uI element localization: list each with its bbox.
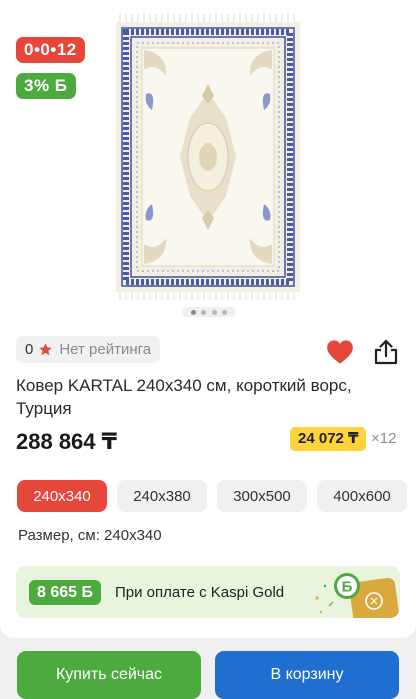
product-title: Ковер KARTAL 240х340 см, короткий ворс, … [16, 376, 352, 418]
gallery-pagination[interactable] [182, 307, 236, 317]
size-option-400x600[interactable]: 400х600 [317, 480, 407, 512]
installment-months: ×12 [371, 430, 397, 447]
kaspi-gold-banner[interactable]: 8 665 Б При оплате с Kaspi Gold Б [16, 566, 400, 618]
size-option-240x340[interactable]: 240х340 [17, 480, 107, 512]
heart-icon[interactable] [326, 339, 354, 365]
pagination-dot[interactable] [191, 309, 197, 315]
kaspi-gold-text: При оплате с Kaspi Gold [115, 584, 285, 601]
rating-value: 0 [25, 341, 34, 358]
pagination-dot[interactable] [211, 309, 217, 315]
buy-now-button[interactable]: Купить сейчас [17, 651, 201, 699]
pagination-dot[interactable] [221, 309, 227, 315]
star-icon [39, 343, 53, 356]
product-price: 288 864 ₸ [16, 429, 117, 454]
selected-size-label: Размер, см: 240х340 [18, 527, 162, 544]
svg-text:Б: Б [342, 579, 353, 596]
pagination-dot[interactable] [201, 309, 207, 315]
installment-price[interactable]: 24 072 ₸ [290, 427, 367, 451]
size-option-300x500[interactable]: 300х500 [217, 480, 307, 512]
share-icon[interactable] [372, 338, 400, 366]
product-card: 0•0•12 3% Б 0 Нет рейтинга Ковер KARTAL … [0, 0, 416, 638]
product-image[interactable] [116, 14, 300, 300]
timer-badge: 0•0•12 [16, 37, 85, 63]
rating-label: Нет рейтинга [59, 341, 152, 358]
rating-chip[interactable]: 0 Нет рейтинга [16, 336, 161, 363]
add-to-cart-button[interactable]: В корзину [215, 651, 399, 699]
size-option-240x380[interactable]: 240х380 [117, 480, 207, 512]
kaspi-gold-bonus: 8 665 Б [29, 580, 101, 605]
product-gallery[interactable]: 0•0•12 3% Б [0, 0, 416, 330]
bonus-badge: 3% Б [16, 73, 76, 99]
kaspi-gold-card-icon: Б [315, 573, 399, 618]
